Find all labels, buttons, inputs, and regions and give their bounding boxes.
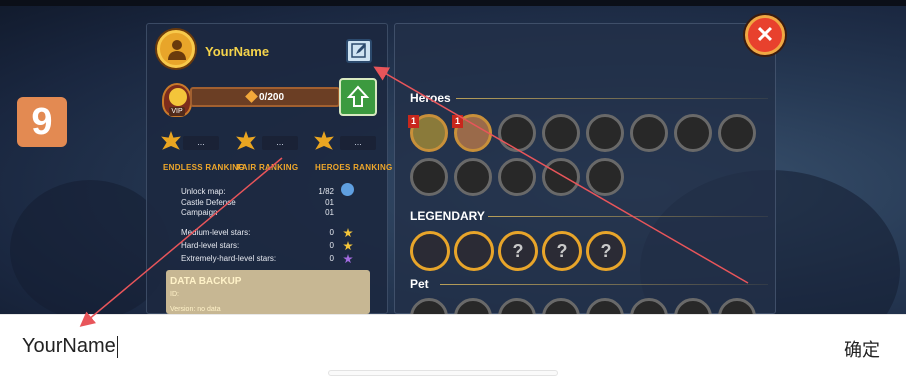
campaign-value: 01 [325, 208, 334, 217]
unlock-map-label: Unlock map: [181, 187, 226, 196]
section-divider [488, 216, 768, 217]
hero-slot-locked[interactable] [586, 114, 624, 152]
backup-version: Version: no data [170, 306, 221, 313]
section-divider [456, 98, 768, 99]
extreme-stars-value: 0 [329, 254, 334, 263]
legendary-slot-unknown[interactable]: ? [586, 231, 626, 271]
medium-stars-label: Medium-level stars: [181, 228, 251, 237]
hard-stars-value: 0 [329, 241, 334, 250]
castle-defense-value: 01 [325, 198, 334, 207]
section-divider [440, 284, 768, 285]
unlock-map-value: 1/82 [318, 187, 334, 196]
endless-ranking-value: ... [183, 136, 219, 150]
text-caret [116, 335, 118, 358]
heroes-ranking-label[interactable]: HEROES RANKING [315, 163, 393, 172]
collection-panel [394, 23, 776, 314]
castle-defense-label: Castle Defense [181, 198, 236, 207]
backup-title: DATA BACKUP [170, 276, 242, 287]
fair-ranking-value: ... [262, 136, 298, 150]
legendary-slot-unknown[interactable]: ? [542, 231, 582, 271]
heroes-section-title: Heroes [410, 91, 451, 105]
hero-slot-locked[interactable] [674, 114, 712, 152]
vip-label: VIP [169, 107, 185, 116]
question-icon: ? [600, 240, 612, 261]
campaign-label: Campaign [181, 208, 218, 217]
hero-slot-locked[interactable] [542, 158, 580, 196]
step-number-badge: 9 [17, 97, 67, 147]
hero-slot-locked[interactable] [718, 114, 756, 152]
hero-level-badge: 1 [408, 115, 419, 128]
hero-slot-locked[interactable] [630, 114, 668, 152]
legendary-slot[interactable] [454, 231, 494, 271]
extreme-stars-label: Extremely-hard-level stars: [181, 254, 277, 263]
pet-section-title: Pet [410, 277, 429, 291]
upgrade-arrow-icon [346, 85, 370, 107]
game-screen: 9 YourName VIP 0/200 ... ENDLESS RANKING… [0, 0, 906, 314]
hero-slot-locked[interactable] [498, 114, 536, 152]
confirm-button[interactable]: 确定 [844, 336, 880, 362]
hero-slot-locked[interactable] [410, 158, 448, 196]
hero-slot-locked[interactable] [586, 158, 624, 196]
hero-slot-locked[interactable] [498, 158, 536, 196]
top-strip [0, 0, 906, 6]
hero-slot-locked[interactable] [454, 158, 492, 196]
hard-stars-label: Hard-level stars: [181, 241, 240, 250]
heroes-ranking-value: ... [340, 136, 376, 150]
backup-id: ID: [170, 291, 179, 298]
close-icon: ✕ [755, 22, 775, 47]
globe-icon [341, 183, 354, 196]
keyboard-handle [328, 370, 558, 376]
medium-stars-value: 0 [329, 228, 334, 237]
name-input-value: YourName [22, 335, 116, 357]
legendary-section-title: LEGENDARY [410, 209, 485, 223]
legendary-slot[interactable] [410, 231, 450, 271]
question-icon: ? [512, 240, 524, 261]
edit-name-button[interactable] [346, 39, 372, 63]
hero-slot-locked[interactable] [542, 114, 580, 152]
vip-progress-text: 0/200 [259, 92, 285, 103]
player-name: YourName [205, 44, 270, 59]
endless-ranking-label[interactable]: ENDLESS RANKING [163, 163, 245, 172]
upgrade-button[interactable] [339, 78, 377, 116]
hero-level-badge: 1 [452, 115, 463, 128]
fair-ranking-label[interactable]: FAIR RANKING [237, 163, 298, 172]
question-icon: ? [556, 240, 568, 261]
avatar-icon[interactable] [157, 30, 195, 68]
edit-icon [351, 43, 366, 58]
name-input-field[interactable]: YourName [22, 335, 118, 358]
close-button[interactable]: ✕ [745, 15, 785, 55]
legendary-slot-unknown[interactable]: ? [498, 231, 538, 271]
